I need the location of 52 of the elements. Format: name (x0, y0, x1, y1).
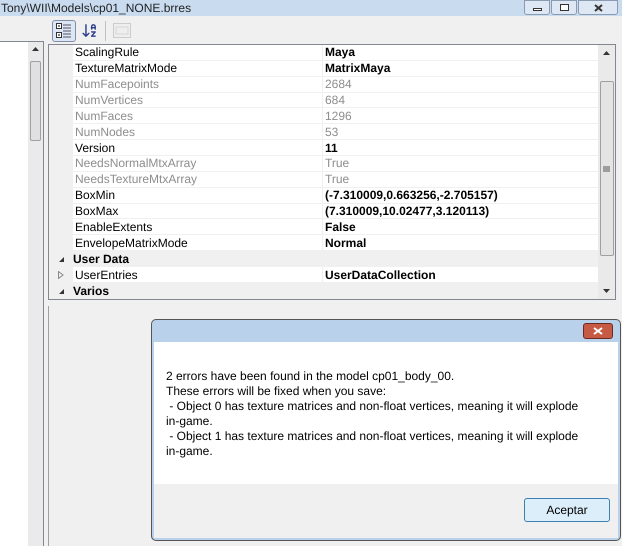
property-name: NumFaces (75, 108, 134, 123)
close-icon (594, 4, 602, 12)
scroll-thumb[interactable] (30, 61, 41, 141)
toolbar-button[interactable] (52, 20, 76, 42)
expanded-triangle-icon[interactable] (58, 288, 64, 295)
message-line: - Object 1 has texture matrices and non-float vertices, meaning it will explode in-game. (166, 429, 580, 459)
property-value[interactable]: Normal (325, 236, 366, 250)
sort-alphabetical-icon (80, 22, 98, 39)
property-value[interactable]: False (325, 220, 356, 234)
category-label: User Data (73, 251, 130, 268)
close-icon (593, 327, 603, 335)
accept-button[interactable]: Aceptar (524, 498, 610, 522)
scroll-down-icon[interactable] (603, 289, 610, 293)
property-name: TextureMatrixMode (75, 61, 178, 76)
category-label: Varios (73, 283, 110, 300)
scrollbar[interactable] (598, 45, 615, 299)
property-value[interactable]: (7.310009,10.02477,3.120113) (325, 204, 490, 218)
property-name: Version (75, 140, 116, 155)
window-title: Tony\WII\Models\cp01_NONE.brres (1, 0, 192, 16)
close-button[interactable] (583, 323, 613, 339)
property-name: NumFacepoints (75, 77, 160, 92)
scrollbar[interactable] (28, 42, 43, 546)
property-name: EnvelopeMatrixMode (75, 236, 188, 250)
property-name: NumVertices (75, 93, 144, 107)
property-name: BoxMax (75, 204, 118, 218)
message-line: These errors will be fixed when you save: (166, 384, 388, 399)
minimize-button[interactable] (524, 0, 550, 15)
property-value[interactable]: 11 (325, 140, 338, 155)
property-pages-icon (113, 23, 131, 38)
property-name: ScalingRule (75, 45, 140, 60)
property-name: EnableExtents (75, 220, 152, 234)
property-value[interactable]: (-7.310009,0.663256,-2.705157) (325, 188, 498, 202)
scroll-up-icon[interactable] (32, 47, 39, 51)
message-line: - Object 0 has texture matrices and non-float vertices, meaning it will explode in-game. (166, 399, 580, 429)
property-name: BoxMin (75, 188, 116, 202)
property-name: NeedsTextureMtxArray (75, 172, 198, 186)
expanded-triangle-icon[interactable] (58, 256, 64, 263)
grip-icon (603, 166, 610, 172)
message-line: 2 errors have been found in the model cp01_body_00. (166, 369, 456, 384)
property-name: NumNodes (75, 124, 136, 139)
property-name: UserEntries (75, 268, 138, 282)
scroll-thumb[interactable] (600, 81, 614, 256)
categorized-list-icon (56, 22, 72, 38)
maximize-button[interactable] (551, 0, 577, 15)
property-value[interactable]: MatrixMaya (325, 61, 390, 76)
collapsed-triangle-icon[interactable] (58, 271, 64, 280)
close-button[interactable] (578, 0, 618, 15)
property-value[interactable]: Maya (325, 45, 356, 60)
property-name: NeedsNormalMtxArray (75, 156, 196, 170)
scroll-up-icon[interactable] (603, 51, 610, 55)
maximize-icon (560, 4, 568, 11)
property-value[interactable]: UserDataCollection (325, 268, 436, 282)
